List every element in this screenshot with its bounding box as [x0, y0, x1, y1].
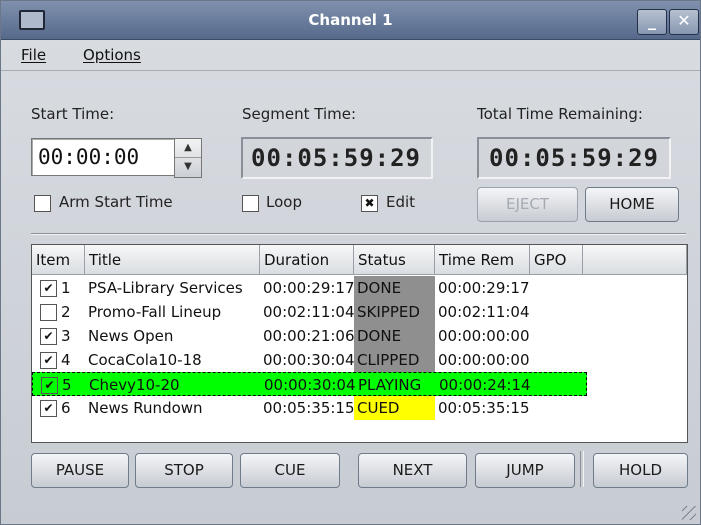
row-enable-checkbox[interactable]: [40, 304, 57, 321]
cell-title: Chevy10-20: [89, 376, 180, 394]
cell-rem: 00:00:00:00: [438, 327, 530, 345]
total-time-remaining-label: Total Time Remaining:: [477, 105, 643, 123]
cell-num: 4: [61, 351, 71, 369]
eject-button[interactable]: EJECT: [477, 187, 578, 222]
close-button[interactable]: ✕: [669, 9, 699, 35]
column-header-time-rem[interactable]: Time Rem: [435, 245, 530, 275]
start-time-spinner[interactable]: ▲ ▼: [174, 138, 202, 178]
table-row[interactable]: ✔ 4 CocaCola10-18 00:00:30:04 CLIPPED 00:00:0…: [32, 348, 587, 372]
cell-num: 1: [61, 279, 71, 297]
column-header-duration[interactable]: Duration: [260, 245, 354, 275]
edit-label[interactable]: Edit: [386, 193, 415, 211]
jump-button[interactable]: JUMP: [475, 453, 575, 488]
divider: [31, 233, 686, 235]
cell-status: CLIPPED: [354, 348, 435, 372]
window-title: Channel 1: [308, 11, 393, 29]
pause-button[interactable]: PAUSE: [31, 453, 129, 488]
cell-duration: 00:00:30:04: [263, 351, 354, 369]
hold-button[interactable]: HOLD: [593, 453, 688, 488]
arm-start-time-label[interactable]: Arm Start Time: [59, 193, 173, 211]
table-row[interactable]: ✔ 1 PSA-Library Services 00:00:29:17 DONE 00:…: [32, 276, 587, 300]
edit-checkbox[interactable]: ✖: [361, 195, 378, 212]
cell-rem: 00:00:24:14: [439, 376, 531, 394]
arm-start-time-checkbox[interactable]: [34, 195, 51, 212]
menu-file[interactable]: File: [21, 46, 46, 64]
cell-num: 6: [61, 399, 71, 417]
next-button[interactable]: NEXT: [358, 453, 467, 488]
cell-title: CocaCola10-18: [88, 351, 202, 369]
channel-window: Channel 1 _ ✕ File Options Start Time: S…: [0, 0, 701, 525]
column-header-title[interactable]: Title: [85, 245, 260, 275]
loop-label[interactable]: Loop: [266, 193, 302, 211]
spin-down-icon[interactable]: ▼: [175, 158, 201, 176]
cell-status: PLAYING: [358, 376, 422, 394]
spin-up-icon[interactable]: ▲: [175, 139, 201, 158]
segment-time-label: Segment Time:: [242, 105, 357, 123]
resize-grip-icon[interactable]: [682, 506, 696, 520]
cue-button[interactable]: CUE: [240, 453, 340, 488]
segment-time-display: 00:05:59:29: [241, 137, 433, 179]
cell-status: DONE: [354, 276, 435, 300]
row-enable-checkbox[interactable]: ✔: [41, 377, 58, 394]
column-header-item[interactable]: Item: [32, 245, 85, 275]
table-row[interactable]: ✔ 3 News Open 00:00:21:06 DONE 00:00:00:00: [32, 324, 587, 348]
table-row[interactable]: ✔ 6 News Rundown 00:05:35:15 CUED 00:05:35:15: [32, 396, 587, 420]
row-enable-checkbox[interactable]: ✔: [40, 328, 57, 345]
column-header-gpo[interactable]: GPO: [530, 245, 583, 275]
cell-num: 5: [62, 376, 72, 394]
column-header-filler: [583, 245, 687, 275]
column-header-status[interactable]: Status: [354, 245, 435, 275]
cell-rem: 00:00:00:00: [438, 351, 530, 369]
cell-rem: 00:02:11:04: [438, 303, 530, 321]
row-enable-checkbox[interactable]: ✔: [40, 352, 57, 369]
start-time-input[interactable]: 00:00:00: [31, 138, 175, 176]
cell-duration: 00:00:30:04: [264, 376, 355, 394]
cell-title: News Open: [88, 327, 174, 345]
cell-title: Promo-Fall Lineup: [88, 303, 222, 321]
cell-status: CUED: [354, 396, 435, 420]
playlist-table: Item Title Duration Status Time Rem GPO …: [31, 244, 688, 443]
cell-duration: 00:00:29:17: [263, 279, 354, 297]
cell-title: News Rundown: [88, 399, 203, 417]
start-time-label: Start Time:: [31, 105, 115, 123]
cell-rem: 00:05:35:15: [438, 399, 530, 417]
table-row[interactable]: 2 Promo-Fall Lineup 00:02:11:04 SKIPPED 00:0…: [32, 300, 587, 324]
cell-title: PSA-Library Services: [88, 279, 243, 297]
menu-options[interactable]: Options: [83, 46, 141, 64]
menu-bar: File Options: [1, 40, 700, 71]
title-bar[interactable]: Channel 1 _ ✕: [1, 1, 700, 40]
home-button[interactable]: HOME: [585, 187, 679, 222]
cell-status: SKIPPED: [354, 300, 435, 324]
cell-status: DONE: [354, 324, 435, 348]
cell-num: 3: [61, 327, 71, 345]
stop-button[interactable]: STOP: [135, 453, 233, 488]
row-enable-checkbox[interactable]: ✔: [40, 280, 57, 297]
cell-duration: 00:02:11:04: [263, 303, 354, 321]
cell-num: 2: [61, 303, 71, 321]
total-time-display: 00:05:59:29: [477, 137, 671, 179]
loop-checkbox[interactable]: [242, 195, 259, 212]
cell-duration: 00:05:35:15: [263, 399, 354, 417]
button-separator: [580, 451, 584, 487]
table-row[interactable]: ✔ 5 Chevy10-20 00:00:30:04 PLAYING 00:00:24:1…: [32, 372, 587, 396]
cell-rem: 00:00:29:17: [438, 279, 530, 297]
row-enable-checkbox[interactable]: ✔: [40, 400, 57, 417]
cell-duration: 00:00:21:06: [263, 327, 354, 345]
minimize-button[interactable]: _: [637, 9, 667, 35]
